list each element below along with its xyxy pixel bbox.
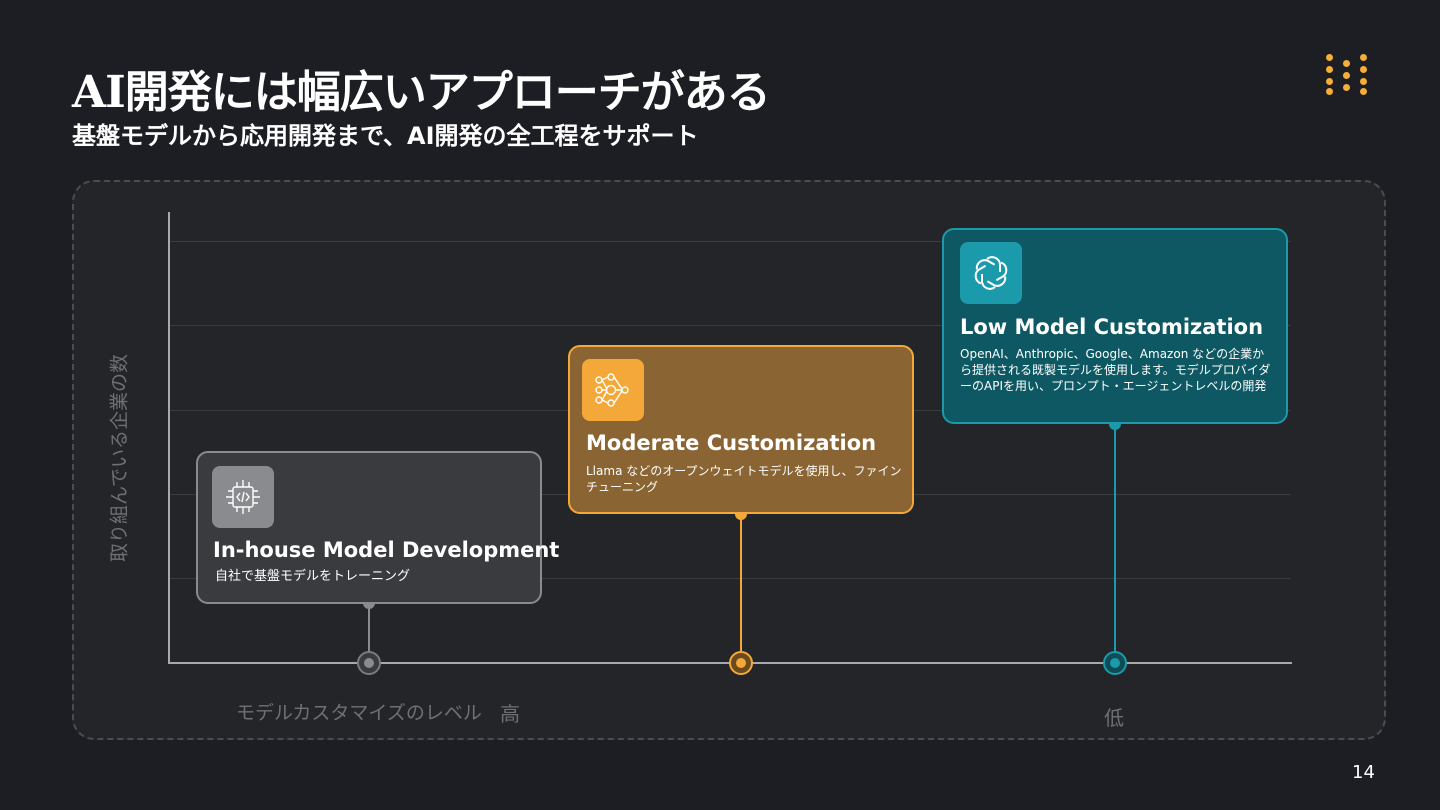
- card-title: Moderate Customization: [586, 431, 877, 455]
- x-axis-low-label: 低: [1104, 706, 1124, 730]
- neural-network-icon: [582, 359, 644, 421]
- y-axis-label: 取り組んでいる企業の数: [108, 353, 131, 563]
- card-title: Low Model Customization: [960, 315, 1264, 339]
- card-title: In-house Model Development: [213, 538, 560, 562]
- card-low-model-customization[interactable]: Low Model Customization OpenAI、Anthropic…: [942, 228, 1288, 424]
- brand-logo-icon: [1322, 50, 1372, 98]
- page-title: AI開発には幅広いアプローチがある: [72, 67, 771, 118]
- page-subtitle: 基盤モデルから応用開発まで、AI開発の全工程をサポート: [72, 122, 699, 150]
- axis-marker-moderate: [729, 651, 753, 675]
- openai-logo-icon: [960, 242, 1022, 304]
- y-axis: [168, 212, 170, 664]
- x-axis-high-label: 高: [500, 702, 520, 726]
- axis-marker-low: [1103, 651, 1127, 675]
- card-moderate-customization[interactable]: Moderate Customization Llama などのオープンウェイト…: [568, 345, 914, 514]
- card-description: 自社で基盤モデルをトレーニング: [215, 569, 411, 584]
- page-number: 14: [1352, 762, 1375, 783]
- card-description: Llama などのオープンウェイトモデルを使用し、ファインチューニング: [586, 464, 902, 494]
- x-axis-label: モデルカスタマイズのレベル: [236, 702, 482, 724]
- card-inhouse-model-development[interactable]: In-house Model Development 自社で基盤モデルをトレーニ…: [196, 451, 559, 604]
- axis-marker-inhouse: [357, 651, 381, 675]
- stem-moderate: [740, 514, 742, 663]
- card-description: OpenAI、Anthropic、Google、Amazon などの企業から提供…: [960, 347, 1271, 393]
- stem-low: [1114, 424, 1116, 663]
- chip-code-icon: [212, 466, 274, 528]
